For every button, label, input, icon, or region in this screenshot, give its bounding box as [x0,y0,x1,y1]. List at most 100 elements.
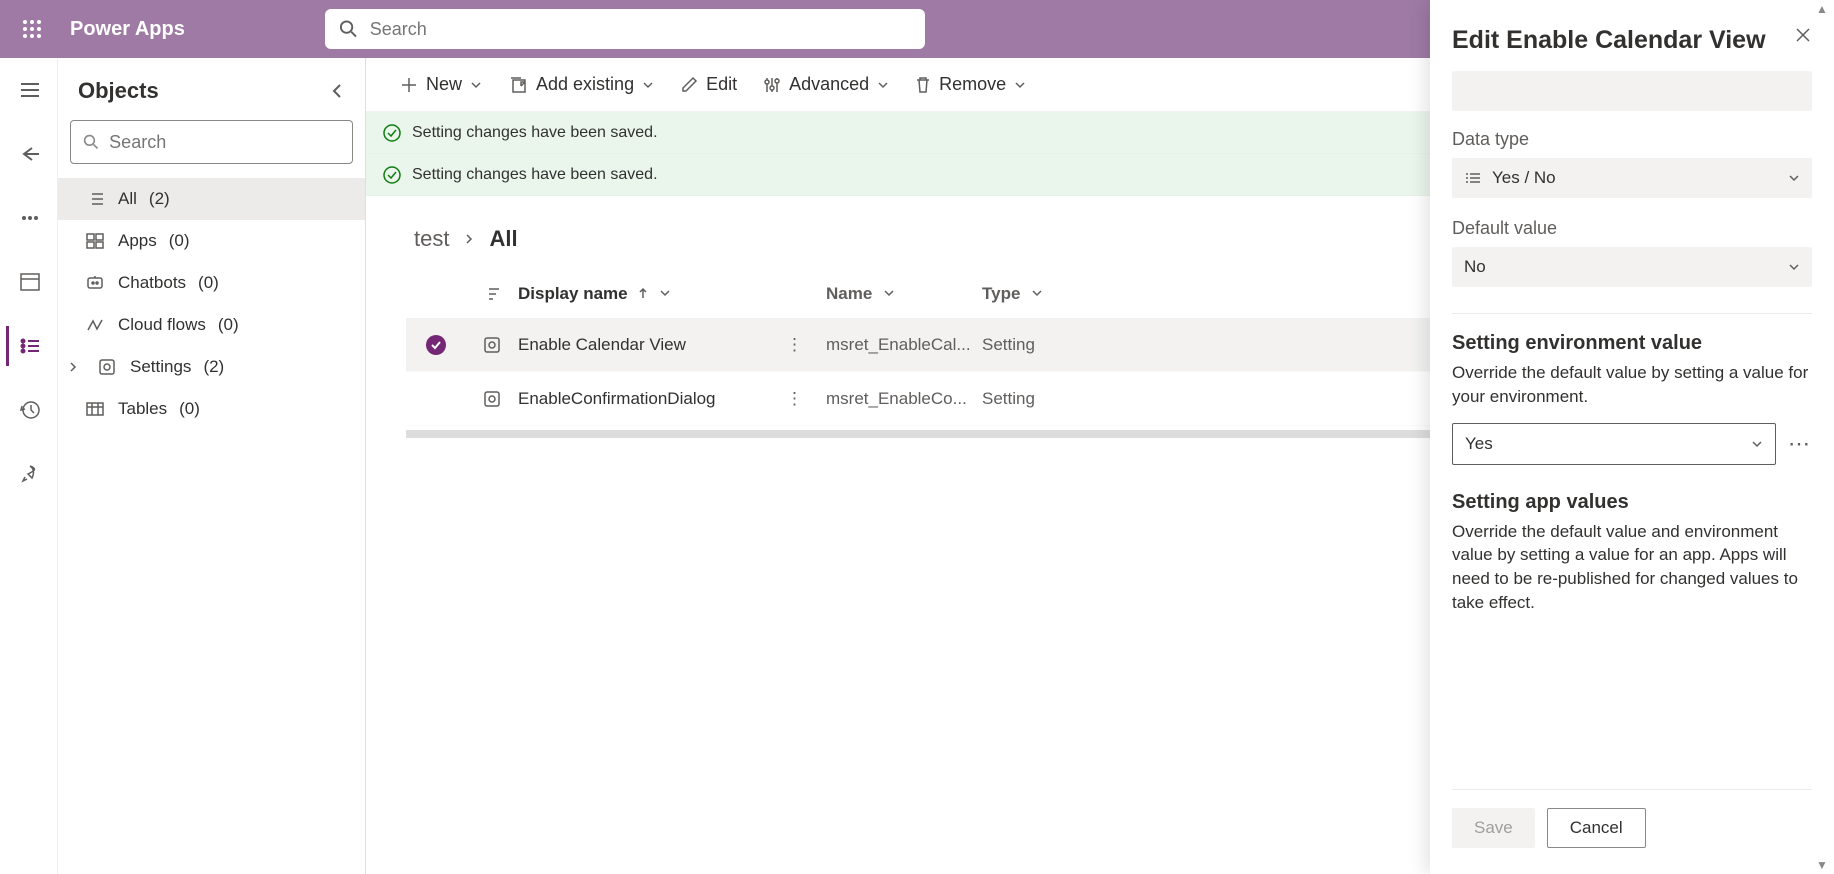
save-button[interactable]: Save [1452,808,1535,848]
check-circle-icon [382,123,402,143]
edit-label: Edit [706,74,737,95]
divider [1452,313,1812,314]
chevron-down-icon [1751,438,1763,450]
tree-label: Settings [130,357,191,377]
sort-asc-icon [638,287,648,299]
nav-rail [0,58,58,874]
chevron-down-icon [642,79,654,91]
chevron-down-icon [1031,287,1043,299]
advanced-label: Advanced [789,74,869,95]
default-value: No [1464,257,1486,277]
app-launcher-icon[interactable] [12,9,52,49]
default-value-select[interactable]: No [1452,247,1812,287]
data-type-value: Yes / No [1492,168,1556,188]
chevron-down-icon [877,79,889,91]
settings-icon [96,358,118,376]
app-values-title: Setting app values [1452,491,1812,514]
check-circle-icon [382,165,402,185]
chevron-down-icon [1788,261,1800,273]
tree-count: (0) [169,231,190,251]
chevron-right-icon [62,361,84,373]
apps-icon [84,233,106,249]
chatbot-icon [84,275,106,291]
objects-search[interactable] [70,120,353,164]
breadcrumb-root[interactable]: test [414,226,449,252]
global-search[interactable] [325,9,925,49]
remove-button[interactable]: Remove [915,74,1026,95]
env-value-title: Setting environment value [1452,332,1812,355]
tree-label: Chatbots [118,273,186,293]
hamburger-icon[interactable] [6,70,52,110]
column-display-name[interactable]: Display name [518,284,786,304]
column-name[interactable]: Name [826,284,982,304]
row-actions[interactable]: ⋮ [786,335,826,355]
chevron-down-icon [1788,172,1800,184]
back-icon[interactable] [6,134,52,174]
env-value-desc: Override the default value by setting a … [1452,361,1812,409]
row-checkbox[interactable] [406,335,466,355]
default-value-label: Default value [1452,218,1812,239]
more-options-icon[interactable]: ⋯ [1788,431,1812,457]
collapse-icon[interactable] [329,83,345,99]
list-icon [84,192,106,206]
tree-item-apps[interactable]: Apps (0) [58,220,365,262]
tree-item-settings[interactable]: Settings (2) [58,346,365,388]
tree-label: All [118,189,137,209]
history-icon[interactable] [6,390,52,430]
column-type[interactable]: Type [982,284,1122,304]
row-display-name: Enable Calendar View [518,335,786,355]
rocket-icon[interactable] [6,454,52,494]
data-type-label: Data type [1452,129,1812,150]
cancel-button[interactable]: Cancel [1547,808,1646,848]
advanced-button[interactable]: Advanced [763,74,889,95]
edit-button[interactable]: Edit [680,74,737,95]
tree-item-cloudflows[interactable]: Cloud flows (0) [58,304,365,346]
tree-count: (0) [198,273,219,293]
env-value: Yes [1465,434,1493,454]
remove-label: Remove [939,74,1006,95]
row-name: msret_EnableCo... [826,389,982,409]
list-icon[interactable] [6,326,52,366]
tree-count: (2) [203,357,224,377]
close-icon[interactable] [1794,26,1812,49]
row-actions[interactable]: ⋮ [786,389,826,409]
tree-item-chatbots[interactable]: Chatbots (0) [58,262,365,304]
new-button[interactable]: New [400,74,482,95]
tree-label: Apps [118,231,157,251]
objects-search-input[interactable] [109,132,340,153]
scrollbar-indicator: ▲▼ [1814,2,1830,872]
setting-icon [466,336,518,354]
data-type-select[interactable]: Yes / No [1452,158,1812,198]
tree-item-all[interactable]: All (2) [58,178,365,220]
sort-icon[interactable] [466,286,518,302]
table-icon[interactable] [6,262,52,302]
row-type: Setting [982,389,1122,409]
tables-icon [84,402,106,416]
chevron-right-icon [463,233,475,245]
breadcrumb-current: All [489,226,517,252]
tree-count: (0) [179,399,200,419]
setting-icon [466,390,518,408]
row-type: Setting [982,335,1122,355]
tree-label: Cloud flows [118,315,206,335]
global-search-input[interactable] [370,19,911,40]
row-display-name: EnableConfirmationDialog [518,389,786,409]
chevron-down-icon [1014,79,1026,91]
panel-footer: Save Cancel [1452,789,1812,848]
new-label: New [426,74,462,95]
more-icon[interactable] [6,198,52,238]
env-value-select[interactable]: Yes [1452,423,1776,465]
banner-text: Setting changes have been saved. [412,166,658,184]
row-name: msret_EnableCal... [826,335,982,355]
add-existing-label: Add existing [536,74,634,95]
name-field[interactable] [1452,71,1812,111]
chevron-down-icon [883,287,895,299]
brand-title: Power Apps [70,18,185,41]
list-icon [1464,171,1482,185]
tree-count: (2) [149,189,170,209]
add-existing-button[interactable]: Add existing [508,74,654,95]
app-values-desc: Override the default value and environme… [1452,520,1812,615]
tree-item-tables[interactable]: Tables (0) [58,388,365,430]
edit-panel: Edit Enable Calendar View Data type Yes … [1430,0,1834,874]
flow-icon [84,317,106,333]
